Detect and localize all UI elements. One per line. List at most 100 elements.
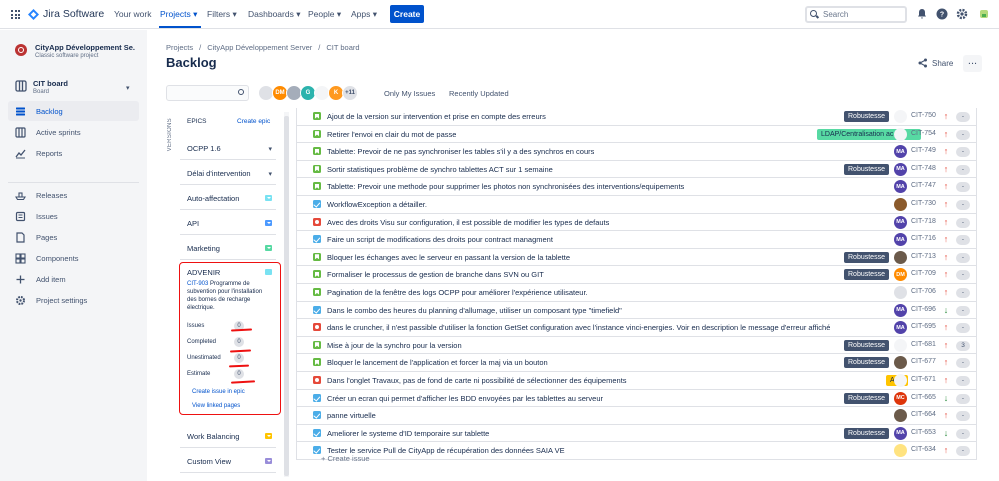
epic-item[interactable]: Marketing <box>180 237 276 260</box>
project-name[interactable]: CityApp Développement Se... <box>35 43 135 52</box>
epic-item[interactable]: Custom View <box>180 450 276 473</box>
sidebar-item-reports[interactable]: Reports <box>8 143 139 163</box>
assignee-avatar[interactable] <box>894 250 907 264</box>
epic-item[interactable]: API <box>180 212 276 235</box>
issue-row[interactable]: Faire un script de modifications des dro… <box>296 231 977 249</box>
issue-row[interactable]: Dans l'onglet Travaux, pas de fond de ca… <box>296 372 977 390</box>
assignee-avatar[interactable] <box>894 338 907 352</box>
chevron-down-icon[interactable]: ▾ <box>268 145 272 153</box>
breadcrumb-projects[interactable]: Projects <box>166 43 193 52</box>
issue-key[interactable]: CIT-713 <box>911 253 936 260</box>
issue-key[interactable]: CIT-681 <box>911 341 936 348</box>
issue-key[interactable]: CIT-748 <box>911 165 936 172</box>
assignee-avatar[interactable]: MA <box>894 426 907 440</box>
breadcrumb-board[interactable]: CIT board <box>326 43 359 52</box>
board-name[interactable]: CIT board <box>33 79 68 88</box>
create-button[interactable]: Create <box>390 5 424 23</box>
search-input[interactable]: Search <box>805 6 907 23</box>
assignee-avatar[interactable]: MA <box>894 303 907 317</box>
issue-row[interactable]: dans le cruncher, il n'est passible d'ut… <box>296 319 977 337</box>
epic-item[interactable]: OCPP 1.6 ▾ <box>180 137 276 160</box>
assignee-avatar[interactable]: DM <box>894 268 907 282</box>
assignee-avatar[interactable]: MC <box>894 391 907 405</box>
help-icon[interactable]: ? <box>936 8 948 20</box>
assignee-avatar[interactable] <box>894 409 907 423</box>
sidebar-item-pages[interactable]: Pages <box>8 227 139 247</box>
issue-row[interactable]: Bloquer le lancement de l'application et… <box>296 354 977 372</box>
issue-row[interactable]: Ajout de la version sur intervention et … <box>296 108 977 126</box>
assignee-avatar[interactable] <box>894 374 907 387</box>
issue-key[interactable]: CIT-747 <box>911 182 936 189</box>
issue-row[interactable]: Pagination de la fenêtre des logs OCPP p… <box>296 284 977 302</box>
chevron-down-icon[interactable]: ▾ <box>126 84 130 92</box>
sidebar-item-backlog[interactable]: Backlog <box>8 101 139 121</box>
issue-key[interactable]: CIT-709 <box>911 270 936 277</box>
epic-item[interactable]: Work Balancing <box>180 425 276 448</box>
share-button[interactable]: Share <box>918 58 953 68</box>
issue-key[interactable]: CIT-634 <box>911 446 936 453</box>
issue-row[interactable]: WorkflowException a détailler. CIT-730 ↑ - <box>296 196 977 214</box>
assignee-avatar[interactable] <box>894 444 907 458</box>
issue-row[interactable]: Formaliser le processus de gestion de br… <box>296 266 977 284</box>
recently-updated-filter[interactable]: Recently Updated <box>449 89 509 98</box>
user-avatar[interactable] <box>978 8 990 20</box>
epic-expand-icon[interactable] <box>265 245 272 251</box>
issue-key[interactable]: CIT-754 <box>911 130 936 137</box>
nav-people[interactable]: People ▾ <box>308 9 341 20</box>
assignee-avatar[interactable] <box>894 127 907 141</box>
scrollbar-thumb[interactable] <box>284 116 289 476</box>
jira-logo[interactable]: Jira Software <box>28 8 104 20</box>
only-my-issues-filter[interactable]: Only My Issues <box>384 89 435 98</box>
issue-row[interactable]: Tester le service Pull de CityApp de réc… <box>296 442 977 460</box>
issue-row[interactable]: Tablette: Prevoir une methode pour suppr… <box>296 178 977 196</box>
assignee-avatar[interactable] <box>894 356 907 370</box>
issue-key[interactable]: CIT-718 <box>911 218 936 225</box>
issue-key[interactable]: CIT-750 <box>911 112 936 119</box>
issue-row[interactable]: Ameliorer le systeme d'ID temporaire sur… <box>296 424 977 443</box>
issue-row[interactable]: Tablette: Prevoir de ne pas synchroniser… <box>296 143 977 161</box>
sidebar-item-components[interactable]: Components <box>8 248 139 268</box>
issue-key[interactable]: CIT-653 <box>911 429 936 436</box>
issue-row[interactable]: Créer un ecran qui permet d'afficher les… <box>296 389 977 408</box>
assignee-avatar[interactable]: MA <box>894 215 907 229</box>
breadcrumb-project[interactable]: CityApp Développement Server <box>207 43 312 52</box>
issue-row[interactable]: Dans le combo des heures du planning d'a… <box>296 301 977 320</box>
issue-row[interactable]: Retirer l'envoi en clair du mot de passe… <box>296 125 977 144</box>
epic-panel-scrollbar[interactable] <box>284 112 289 477</box>
assignee-avatar[interactable]: MA <box>894 321 907 335</box>
project-avatar[interactable] <box>15 44 27 56</box>
issue-key[interactable]: CIT-730 <box>911 200 936 207</box>
notifications-icon[interactable] <box>916 8 928 20</box>
issue-row[interactable]: Bloquer les échanges avec le serveur en … <box>296 248 977 267</box>
epic-expand-icon[interactable] <box>265 433 272 439</box>
issue-row[interactable]: Mise à jour de la synchro pour la versio… <box>296 336 977 355</box>
nav-filters[interactable]: Filters ▾ <box>207 9 237 20</box>
settings-gear-icon[interactable] <box>956 8 968 20</box>
nav-apps[interactable]: Apps ▾ <box>351 9 377 20</box>
issue-key[interactable]: CIT-749 <box>911 147 936 154</box>
epic-expand-icon[interactable] <box>265 195 272 201</box>
issue-key[interactable]: CIT-671 <box>911 376 936 383</box>
sidebar-item-issues[interactable]: Issues <box>8 206 139 226</box>
assignee-avatar[interactable]: MA <box>894 162 907 176</box>
sidebar-item-releases[interactable]: Releases <box>8 185 139 205</box>
sidebar-item-active-sprints[interactable]: Active sprints <box>8 122 139 142</box>
issue-row[interactable]: Avec des droits Visu sur configuration, … <box>296 213 977 232</box>
assignee-avatar[interactable]: MA <box>894 180 907 194</box>
issue-key[interactable]: CIT-664 <box>911 411 936 418</box>
nav-dashboards[interactable]: Dashboards ▾ <box>248 9 300 20</box>
assignee-avatar[interactable] <box>894 198 907 211</box>
issue-row[interactable]: Sortir statistiques problème de synchro … <box>296 160 977 179</box>
assignee-avatar[interactable]: MA <box>894 233 907 247</box>
issue-key[interactable]: CIT-696 <box>911 306 936 313</box>
sidebar-item-project-settings[interactable]: Project settings <box>8 290 139 310</box>
assignee-avatar[interactable]: MA <box>894 145 907 159</box>
assignee-avatar[interactable] <box>894 286 907 299</box>
issue-row[interactable]: panne virtuelle CIT-664 ↑ - <box>296 407 977 425</box>
issue-key[interactable]: CIT-706 <box>911 288 936 295</box>
epic-expand-icon[interactable] <box>265 458 272 464</box>
versions-tab[interactable]: VERSIONS <box>167 118 173 151</box>
issue-key[interactable]: CIT-695 <box>911 323 936 330</box>
filter-avatar[interactable]: +11 <box>342 85 358 101</box>
backlog-search-input[interactable] <box>166 85 249 101</box>
